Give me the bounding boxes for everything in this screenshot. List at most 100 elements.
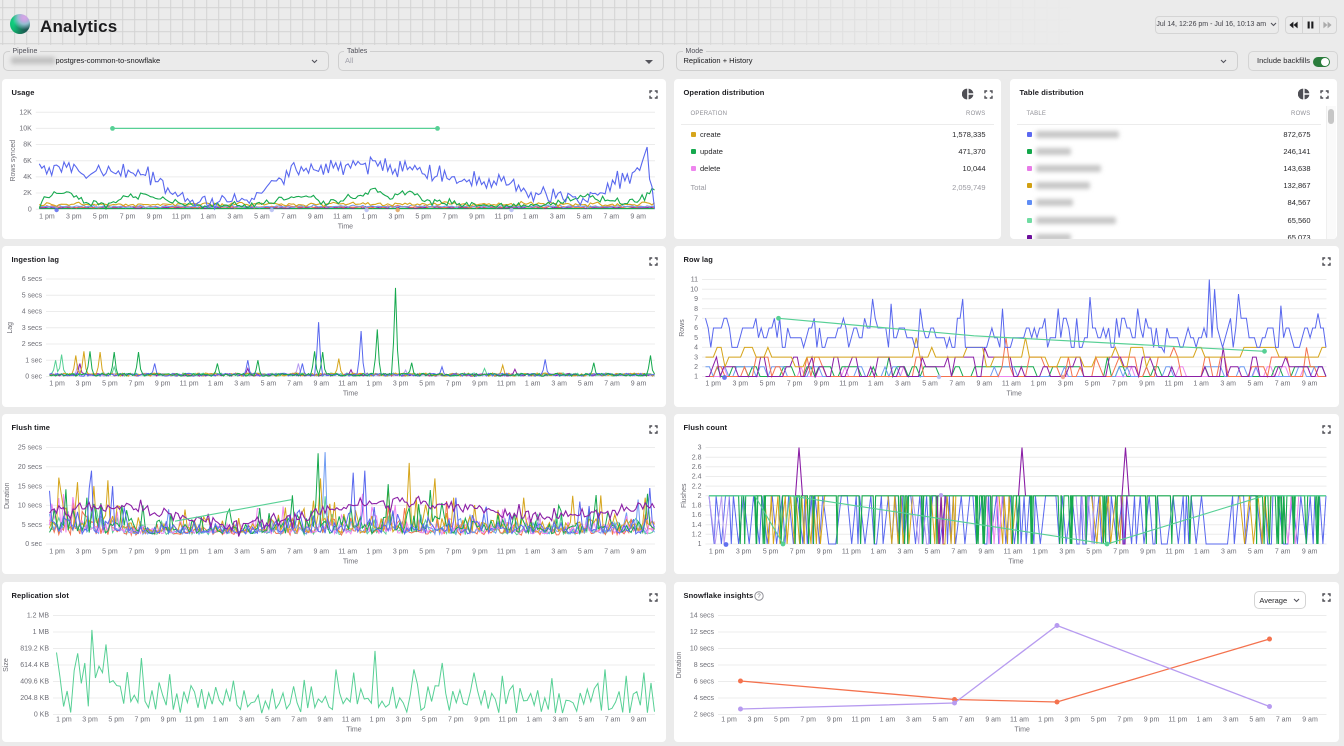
svg-text:?: ? [757,593,761,600]
svg-text:9 pm: 9 pm [1140,549,1156,556]
svg-text:9 am: 9 am [631,716,647,723]
svg-text:10 secs: 10 secs [690,645,715,652]
svg-text:5 pm: 5 pm [422,716,438,723]
svg-text:1 pm: 1 pm [1038,716,1054,723]
svg-text:9 pm: 9 pm [161,716,177,723]
svg-text:3 am: 3 am [550,214,566,221]
svg-text:3 am: 3 am [895,381,911,388]
svg-text:7 am: 7 am [604,381,620,388]
svg-text:11 am: 11 am [1002,381,1021,388]
svg-text:11 pm: 11 pm [172,214,191,221]
svg-text:1 am: 1 am [208,381,224,388]
svg-text:5: 5 [694,335,698,342]
svg-text:7 pm: 7 pm [135,716,151,723]
svg-text:9 pm: 9 pm [1144,716,1160,723]
svg-text:3 secs: 3 secs [22,325,43,332]
svg-text:5 pm: 5 pm [415,214,431,221]
svg-text:3 am: 3 am [1221,549,1237,556]
svg-text:3 am: 3 am [553,716,569,723]
svg-text:Time: Time [1015,726,1030,733]
svg-text:11 pm: 11 pm [180,549,199,556]
svg-text:5 pm: 5 pm [760,381,776,388]
svg-text:3 pm: 3 pm [1058,381,1074,388]
svg-text:1 am: 1 am [526,716,542,723]
svg-text:11 am: 11 am [333,214,352,221]
svg-text:2.6: 2.6 [692,464,702,471]
svg-text:7 pm: 7 pm [1112,381,1128,388]
svg-text:3 am: 3 am [234,381,250,388]
svg-text:11: 11 [691,277,698,284]
svg-text:5 am: 5 am [261,549,277,556]
svg-text:9 pm: 9 pm [817,549,833,556]
svg-text:2 secs: 2 secs [22,341,43,348]
svg-text:9 pm: 9 pm [147,214,163,221]
svg-text:5 pm: 5 pm [419,381,435,388]
svg-text:9 pm: 9 pm [474,716,490,723]
svg-text:3 am: 3 am [1220,381,1236,388]
svg-text:3: 3 [698,445,702,452]
svg-text:Time: Time [1007,391,1022,398]
svg-text:5 am: 5 am [577,214,593,221]
svg-text:1.4: 1.4 [692,522,702,529]
svg-text:0: 0 [28,206,32,213]
svg-text:8 secs: 8 secs [694,662,715,669]
svg-text:3 pm: 3 pm [393,549,409,556]
svg-text:1 am: 1 am [1194,549,1210,556]
svg-text:9 am: 9 am [985,716,1001,723]
svg-text:0 KB: 0 KB [34,711,50,718]
svg-text:11 pm: 11 pm [180,381,199,388]
svg-text:Flushes: Flushes [681,483,688,508]
svg-text:9: 9 [694,296,698,303]
svg-text:8K: 8K [23,142,32,149]
svg-text:25 secs: 25 secs [18,445,43,452]
svg-text:1: 1 [694,374,698,381]
svg-text:1 am: 1 am [525,381,541,388]
svg-text:1: 1 [698,541,702,548]
svg-text:5 am: 5 am [1249,716,1265,723]
svg-text:1 am: 1 am [208,549,224,556]
svg-text:5 am: 5 am [578,549,594,556]
svg-text:0 sec: 0 sec [25,374,42,381]
svg-text:9 pm: 9 pm [469,214,485,221]
svg-text:5 am: 5 am [1248,549,1264,556]
svg-text:7 pm: 7 pm [1113,549,1129,556]
svg-text:6: 6 [694,325,698,332]
svg-text:3 am: 3 am [239,716,255,723]
svg-text:3 pm: 3 pm [66,214,82,221]
svg-text:Lag: Lag [7,322,14,334]
svg-text:7 pm: 7 pm [129,549,145,556]
svg-text:7 pm: 7 pm [446,549,462,556]
svg-text:3 pm: 3 pm [76,381,92,388]
svg-text:4 secs: 4 secs [694,695,715,702]
svg-text:7 pm: 7 pm [448,716,464,723]
svg-text:14 secs: 14 secs [690,612,715,619]
svg-text:3 pm: 3 pm [76,549,92,556]
svg-text:5 am: 5 am [922,381,938,388]
svg-text:1.6: 1.6 [692,512,702,519]
svg-text:7 am: 7 am [287,549,303,556]
svg-text:1 sec: 1 sec [25,358,42,365]
svg-text:7 pm: 7 pm [787,381,803,388]
svg-text:9 pm: 9 pm [814,381,830,388]
svg-text:9 am: 9 am [1302,549,1318,556]
svg-text:9 pm: 9 pm [155,381,171,388]
svg-text:2: 2 [694,364,698,371]
svg-text:3 am: 3 am [551,549,567,556]
svg-text:6 secs: 6 secs [694,678,715,685]
svg-text:2.8: 2.8 [692,454,702,461]
svg-text:1 MB: 1 MB [33,629,50,636]
svg-text:9 pm: 9 pm [1139,381,1155,388]
svg-text:11 am: 11 am [1004,549,1023,556]
svg-text:11 am: 11 am [342,716,361,723]
svg-text:1 am: 1 am [523,214,539,221]
svg-text:6K: 6K [23,158,32,165]
svg-text:7 am: 7 am [281,214,297,221]
svg-text:9 pm: 9 pm [155,549,171,556]
svg-text:9 am: 9 am [314,549,330,556]
svg-text:11 pm: 11 pm [1165,549,1184,556]
svg-text:1 pm: 1 pm [1032,549,1048,556]
svg-text:3 pm: 3 pm [389,214,405,221]
svg-text:1 pm: 1 pm [705,381,721,388]
svg-text:7 am: 7 am [959,716,975,723]
svg-text:11 pm: 11 pm [842,549,861,556]
